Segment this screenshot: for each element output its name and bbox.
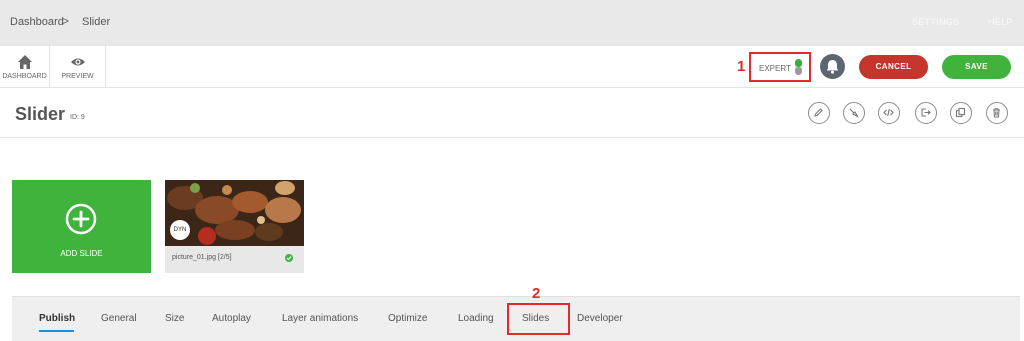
toggle-switch-icon: [795, 59, 802, 75]
slider-id: ID: 9: [70, 114, 85, 121]
bell-icon: [826, 60, 839, 74]
expert-toggle[interactable]: EXPERT: [749, 52, 811, 82]
tab-publish[interactable]: Publish: [39, 313, 75, 324]
tab-developer[interactable]: Developer: [577, 313, 623, 324]
breadcrumb-current: Slider: [82, 16, 111, 28]
home-icon: [0, 54, 49, 70]
active-tab-indicator: [39, 330, 74, 332]
page-title: Slider: [15, 104, 66, 124]
duplicate-icon: [955, 107, 966, 118]
slide-filename: picture_01.jpg [2/5]: [172, 254, 232, 261]
tab-size[interactable]: Size: [165, 313, 184, 324]
clear-cache-button[interactable]: [843, 102, 865, 124]
slides-tab-highlight: [507, 303, 570, 335]
preview-label: PREVIEW: [61, 73, 94, 80]
settings-link[interactable]: SETTINGS: [912, 17, 959, 27]
annotation-number-2: 2: [532, 285, 541, 302]
tab-loading[interactable]: Loading: [458, 313, 494, 324]
trash-icon: [993, 108, 1000, 118]
dashboard-label: DASHBOARD: [2, 73, 47, 80]
slide-thumbnail[interactable]: DYN picture_01.jpg [2/5]: [165, 180, 304, 273]
add-slide-label: ADD SLIDE: [60, 249, 103, 258]
breadcrumb-separator: >: [62, 14, 70, 28]
embed-code-button[interactable]: [878, 102, 900, 124]
tab-autoplay[interactable]: Autoplay: [212, 313, 251, 324]
notifications-button[interactable]: [820, 54, 845, 79]
dashboard-button[interactable]: DASHBOARD: [0, 46, 50, 88]
top-bar: Dashboard > Slider SETTINGS HELP: [0, 0, 1024, 46]
eye-icon: [50, 54, 105, 70]
save-button[interactable]: SAVE: [942, 55, 1011, 79]
duplicate-button[interactable]: [950, 102, 972, 124]
tab-optimize[interactable]: Optimize: [388, 313, 427, 324]
breadcrumb-dashboard[interactable]: Dashboard: [10, 16, 64, 28]
expert-label: EXPERT: [759, 64, 791, 73]
export-button[interactable]: [915, 102, 937, 124]
dynamic-badge: DYN: [170, 220, 190, 240]
published-check-icon: [285, 254, 293, 262]
title-bar: Slider ID: 9: [0, 89, 1024, 138]
tab-general[interactable]: General: [101, 313, 137, 324]
preview-button[interactable]: PREVIEW: [50, 46, 106, 88]
delete-button[interactable]: [986, 102, 1008, 124]
help-link[interactable]: HELP: [988, 17, 1013, 27]
pencil-icon: [814, 108, 823, 117]
rename-button[interactable]: [808, 102, 830, 124]
plus-circle-icon: [65, 203, 97, 235]
code-icon: [883, 108, 894, 117]
tab-layer-animations[interactable]: Layer animations: [282, 313, 358, 324]
brush-icon: [849, 108, 859, 118]
cancel-button[interactable]: CANCEL: [859, 55, 928, 79]
export-icon: [921, 108, 931, 117]
annotation-number-1: 1: [737, 58, 746, 75]
add-slide-button[interactable]: ADD SLIDE: [12, 180, 151, 273]
